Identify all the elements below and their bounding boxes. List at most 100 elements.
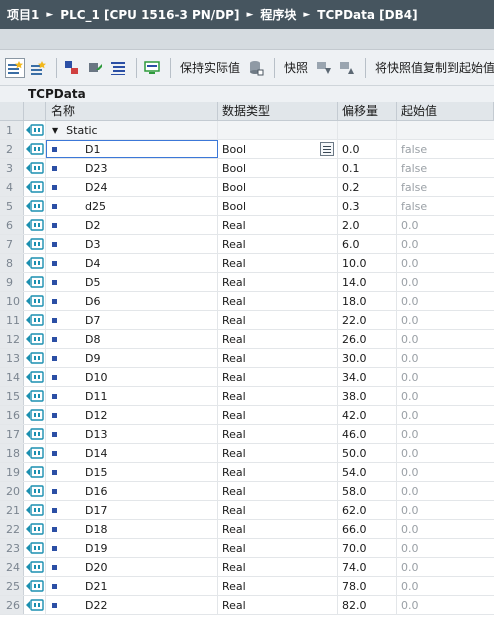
name-cell[interactable]: D5 xyxy=(46,273,218,291)
data-type-cell[interactable]: Real xyxy=(218,387,338,405)
start-value-cell[interactable]: 0.0 xyxy=(397,368,494,386)
name-cell[interactable]: D21 xyxy=(46,577,218,595)
data-type-cell[interactable]: Bool xyxy=(218,197,338,215)
triangle-down-icon[interactable]: ▼ xyxy=(52,126,58,135)
name-cell[interactable]: D24 xyxy=(46,178,218,196)
copy-snapshot-to-start-button[interactable]: 将快照值复制到起始值中 xyxy=(375,59,494,76)
data-type-cell[interactable]: Real xyxy=(218,444,338,462)
data-type-cell[interactable]: Real xyxy=(218,292,338,310)
table-row[interactable]: 5 d25 Bool 0.3 false xyxy=(0,197,494,216)
name-cell[interactable]: D18 xyxy=(46,520,218,538)
data-type-cell[interactable]: Real xyxy=(218,235,338,253)
data-type-cell[interactable] xyxy=(218,121,338,139)
data-type-cell[interactable]: Real xyxy=(218,558,338,576)
breadcrumb-item-block[interactable]: TCPData [DB4] xyxy=(317,8,417,22)
table-row[interactable]: 10 D6 Real 18.0 0.0 xyxy=(0,292,494,311)
database-icon[interactable] xyxy=(246,58,266,78)
data-type-cell[interactable]: Real xyxy=(218,539,338,557)
name-cell[interactable]: D17 xyxy=(46,501,218,519)
start-value-cell[interactable]: false xyxy=(397,159,494,177)
name-cell[interactable]: D4 xyxy=(46,254,218,272)
list-picker-icon[interactable] xyxy=(320,142,334,156)
data-type-cell[interactable]: Bool xyxy=(218,178,338,196)
data-type-cell[interactable]: Bool xyxy=(218,159,338,177)
table-row[interactable]: 12 D8 Real 26.0 0.0 xyxy=(0,330,494,349)
name-cell[interactable]: D19 xyxy=(46,539,218,557)
start-value-cell[interactable]: 0.0 xyxy=(397,425,494,443)
collapse-all-icon[interactable] xyxy=(85,58,105,78)
data-type-cell[interactable]: Real xyxy=(218,482,338,500)
start-value-cell[interactable]: 0.0 xyxy=(397,254,494,272)
data-type-cell[interactable]: Real xyxy=(218,349,338,367)
breadcrumb-item-project[interactable]: 项目1 xyxy=(7,6,39,23)
breadcrumb-item-program-blocks[interactable]: 程序块 xyxy=(260,6,296,23)
table-row[interactable]: 9 D5 Real 14.0 0.0 xyxy=(0,273,494,292)
add-row-icon[interactable] xyxy=(28,58,48,78)
start-value-cell[interactable]: 0.0 xyxy=(397,349,494,367)
start-value-cell[interactable]: 0.0 xyxy=(397,235,494,253)
data-type-cell[interactable]: Real xyxy=(218,368,338,386)
name-cell[interactable]: D12 xyxy=(46,406,218,424)
table-row[interactable]: 4 D24 Bool 0.2 false xyxy=(0,178,494,197)
breadcrumb-item-plc[interactable]: PLC_1 [CPU 1516-3 PN/DP] xyxy=(60,8,239,22)
expand-all-icon[interactable] xyxy=(62,58,82,78)
data-type-cell[interactable]: Real xyxy=(218,577,338,595)
name-cell[interactable]: D6 xyxy=(46,292,218,310)
name-cell[interactable]: D10 xyxy=(46,368,218,386)
struct-row-static[interactable]: 1 ▼ Static xyxy=(0,121,494,140)
name-cell[interactable]: D22 xyxy=(46,596,218,614)
table-row[interactable]: 19 D15 Real 54.0 0.0 xyxy=(0,463,494,482)
start-value-cell[interactable]: 0.0 xyxy=(397,520,494,538)
data-type-cell[interactable]: Real xyxy=(218,425,338,443)
start-value-cell[interactable]: 0.0 xyxy=(397,387,494,405)
table-row[interactable]: 14 D10 Real 34.0 0.0 xyxy=(0,368,494,387)
name-cell[interactable]: D16 xyxy=(46,482,218,500)
start-value-cell[interactable]: 0.0 xyxy=(397,406,494,424)
start-value-cell[interactable] xyxy=(397,121,494,139)
start-value-cell[interactable]: 0.0 xyxy=(397,577,494,595)
name-cell[interactable]: D20 xyxy=(46,558,218,576)
column-header-data-type[interactable]: 数据类型 xyxy=(218,102,338,120)
name-cell[interactable]: D13 xyxy=(46,425,218,443)
start-value-cell[interactable]: 0.0 xyxy=(397,444,494,462)
name-cell[interactable]: D23 xyxy=(46,159,218,177)
table-row[interactable]: 21 D17 Real 62.0 0.0 xyxy=(0,501,494,520)
start-value-cell[interactable]: 0.0 xyxy=(397,558,494,576)
data-type-cell[interactable]: Real xyxy=(218,311,338,329)
table-row[interactable]: 18 D14 Real 50.0 0.0 xyxy=(0,444,494,463)
table-row[interactable]: 15 D11 Real 38.0 0.0 xyxy=(0,387,494,406)
start-value-cell[interactable]: false xyxy=(397,178,494,196)
insert-row-icon[interactable] xyxy=(5,57,25,78)
snapshot-button[interactable]: 快照 xyxy=(284,59,308,76)
table-row[interactable]: 6 D2 Real 2.0 0.0 xyxy=(0,216,494,235)
data-type-cell[interactable]: Real xyxy=(218,254,338,272)
table-row[interactable]: 22 D18 Real 66.0 0.0 xyxy=(0,520,494,539)
table-row[interactable]: 16 D12 Real 42.0 0.0 xyxy=(0,406,494,425)
table-row[interactable]: 8 D4 Real 10.0 0.0 xyxy=(0,254,494,273)
table-row[interactable]: 25 D21 Real 78.0 0.0 xyxy=(0,577,494,596)
data-type-cell[interactable]: Real xyxy=(218,501,338,519)
column-header-name[interactable]: 名称 xyxy=(46,102,218,120)
name-cell[interactable]: D9 xyxy=(46,349,218,367)
table-row[interactable]: 7 D3 Real 6.0 0.0 xyxy=(0,235,494,254)
name-cell[interactable]: D15 xyxy=(46,463,218,481)
table-row[interactable]: 3 D23 Bool 0.1 false xyxy=(0,159,494,178)
keep-actual-values-button[interactable]: 保持实际值 xyxy=(180,59,240,76)
data-type-cell[interactable]: Real xyxy=(218,463,338,481)
data-type-cell[interactable]: Real xyxy=(218,330,338,348)
data-type-cell[interactable]: Real xyxy=(218,216,338,234)
start-value-cell[interactable]: 0.0 xyxy=(397,596,494,614)
name-cell[interactable]: ▼ Static xyxy=(46,121,218,139)
load-snapshot-icon[interactable] xyxy=(337,58,357,78)
start-value-cell[interactable]: 0.0 xyxy=(397,216,494,234)
data-type-cell[interactable]: Real xyxy=(218,273,338,291)
name-cell[interactable]: D8 xyxy=(46,330,218,348)
start-value-cell[interactable]: 0.0 xyxy=(397,501,494,519)
table-row[interactable]: 11 D7 Real 22.0 0.0 xyxy=(0,311,494,330)
start-value-cell[interactable]: 0.0 xyxy=(397,330,494,348)
name-cell[interactable]: d25 xyxy=(46,197,218,215)
table-row[interactable]: 24 D20 Real 74.0 0.0 xyxy=(0,558,494,577)
column-header-offset[interactable]: 偏移量 xyxy=(338,102,397,120)
table-row[interactable]: 26 D22 Real 82.0 0.0 xyxy=(0,596,494,615)
start-value-cell[interactable]: 0.0 xyxy=(397,539,494,557)
